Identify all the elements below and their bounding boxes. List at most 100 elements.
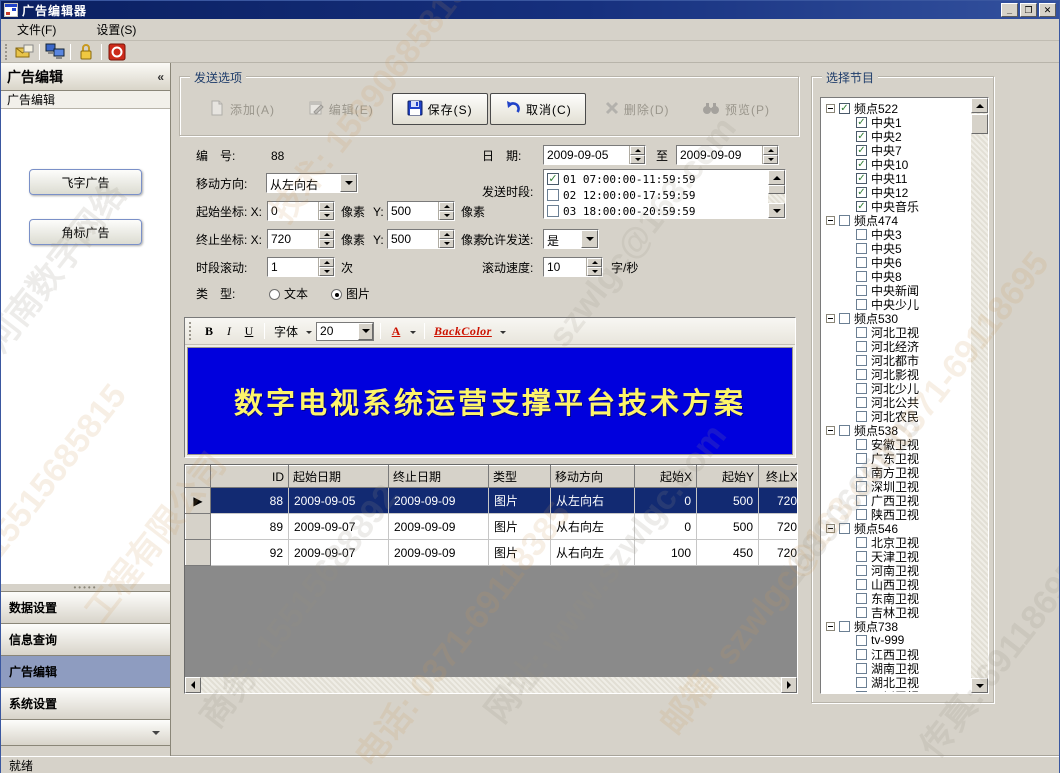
minimize-icon[interactable]: _ — [1001, 3, 1018, 17]
checkbox-icon[interactable] — [856, 229, 867, 240]
checkbox-icon[interactable] — [856, 551, 867, 562]
checkbox-checked-icon[interactable]: ✓ — [856, 173, 867, 184]
dropdown-arrow-icon[interactable] — [500, 331, 506, 337]
dropdown-arrow-icon[interactable] — [340, 174, 357, 192]
checkbox-icon[interactable] — [856, 677, 867, 688]
column-header[interactable]: 起始X — [635, 466, 697, 488]
network-icon[interactable] — [43, 42, 67, 62]
column-header[interactable]: 移动方向 — [551, 466, 635, 488]
spinner-icon[interactable] — [318, 230, 334, 248]
checkbox-icon[interactable] — [856, 327, 867, 338]
checkbox-icon[interactable] — [856, 467, 867, 478]
spinner-icon[interactable] — [318, 202, 334, 220]
collapse-minus-icon[interactable] — [826, 426, 835, 435]
row-selector-arrow-icon[interactable]: ▶ — [186, 488, 211, 514]
checkbox-checked-icon[interactable]: ✓ — [856, 159, 867, 170]
checkbox-checked-icon[interactable]: ✓ — [856, 117, 867, 128]
checkbox-icon[interactable] — [856, 663, 867, 674]
undo-button[interactable]: 取消(C) — [490, 93, 586, 125]
menu-settings[interactable]: 设置(S) — [90, 19, 142, 40]
scroll-down-icon[interactable] — [971, 678, 988, 693]
send-period-list[interactable]: ✓01 07:00:00-11:59:5902 12:00:00-17:59:5… — [543, 169, 786, 219]
checkbox-icon[interactable] — [856, 509, 867, 520]
checkbox-icon[interactable] — [856, 271, 867, 282]
tree-scrollbar[interactable] — [971, 98, 988, 693]
checkbox-icon[interactable] — [856, 397, 867, 408]
checkbox-icon[interactable] — [547, 189, 559, 201]
close-icon[interactable]: ✕ — [1039, 3, 1056, 17]
sidebar-splitter[interactable]: ••••• — [1, 583, 170, 591]
checkbox-icon[interactable] — [856, 453, 867, 464]
checkbox-icon[interactable] — [856, 257, 867, 268]
menu-file[interactable]: 文件(F) — [11, 19, 62, 40]
checkbox-icon[interactable] — [856, 607, 867, 618]
checkbox-icon[interactable] — [839, 425, 850, 436]
collapse-minus-icon[interactable] — [826, 216, 835, 225]
stop-icon[interactable] — [105, 42, 129, 62]
lock-icon[interactable] — [74, 42, 98, 62]
send-period-item[interactable]: 03 18:00:00-20:59:59 — [545, 203, 767, 217]
spinner-icon[interactable] — [438, 202, 454, 220]
checkbox-icon[interactable] — [856, 299, 867, 310]
sidebar-item-信息查询[interactable]: 信息查询 — [1, 623, 170, 655]
checkbox-icon[interactable] — [856, 537, 867, 548]
scroll-down-icon[interactable] — [768, 203, 785, 218]
end-y-field[interactable]: 500 — [387, 229, 455, 249]
checkbox-checked-icon[interactable]: ✓ — [547, 173, 559, 185]
sidebar-item-数据设置[interactable]: 数据设置 — [1, 591, 170, 623]
checkbox-icon[interactable] — [856, 579, 867, 590]
checkbox-icon[interactable] — [856, 341, 867, 352]
font-button[interactable]: 字体 — [271, 321, 301, 341]
date-from-field[interactable]: 2009-09-05 — [543, 145, 646, 165]
send-period-item[interactable]: 02 12:00:00-17:59:59 — [545, 187, 767, 203]
scroll-thumb[interactable] — [971, 114, 988, 134]
corner-ad-button[interactable]: 角标广告 — [29, 219, 142, 245]
checkbox-icon[interactable] — [856, 411, 867, 422]
collapse-minus-icon[interactable] — [826, 524, 835, 533]
ad-table[interactable]: ID起始日期终止日期类型移动方向起始X起始Y终止X▶882009-09-0520… — [185, 465, 798, 566]
date-to-field[interactable]: 2009-09-09 — [676, 145, 779, 165]
type-option-text[interactable]: 文本 — [269, 285, 308, 303]
column-header[interactable]: 终止X — [759, 466, 799, 488]
column-header[interactable]: 起始日期 — [289, 466, 389, 488]
scroll-left-icon[interactable] — [185, 677, 201, 693]
checkbox-icon[interactable] — [547, 205, 559, 217]
ad-preview-canvas[interactable]: 数字电视系统运营支撑平台技术方案 — [187, 347, 793, 455]
table-row[interactable]: ▶882009-09-052009-09-09图片从左向右0500720 — [186, 488, 799, 514]
spinner-icon[interactable] — [762, 146, 778, 164]
font-color-button[interactable]: A — [387, 321, 405, 341]
type-option-image[interactable]: 图片 — [331, 285, 370, 303]
row-selector[interactable] — [186, 540, 211, 566]
bold-button[interactable]: B — [200, 321, 218, 341]
collapse-minus-icon[interactable] — [826, 104, 835, 113]
scroll-thumb[interactable] — [768, 185, 785, 194]
checkbox-icon[interactable] — [856, 593, 867, 604]
checkbox-checked-icon[interactable]: ✓ — [856, 201, 867, 212]
dropdown-arrow-icon[interactable] — [306, 331, 312, 337]
column-header[interactable]: 终止日期 — [389, 466, 489, 488]
font-size-combo[interactable]: 20 — [316, 322, 374, 341]
end-x-field[interactable]: 720 — [267, 229, 335, 249]
dropdown-arrow-icon[interactable] — [581, 230, 598, 248]
checkbox-checked-icon[interactable]: ✓ — [856, 187, 867, 198]
checkbox-icon[interactable] — [856, 439, 867, 450]
checkbox-icon[interactable] — [856, 691, 867, 693]
checkbox-icon[interactable] — [856, 649, 867, 660]
checkbox-icon[interactable] — [856, 495, 867, 506]
tree-node[interactable]: 四川卫视 — [826, 689, 970, 692]
table-row[interactable]: 892009-09-072009-09-09图片从右向左0500720 — [186, 514, 799, 540]
checkbox-checked-icon[interactable]: ✓ — [856, 131, 867, 142]
roll-field[interactable]: 1 — [267, 257, 335, 277]
speed-field[interactable]: 10 — [543, 257, 603, 277]
column-header[interactable]: 类型 — [489, 466, 551, 488]
spinner-icon[interactable] — [438, 230, 454, 248]
checkbox-icon[interactable] — [856, 369, 867, 380]
spinner-icon[interactable] — [629, 146, 645, 164]
dropdown-arrow-icon[interactable] — [410, 331, 416, 337]
fly-ad-button[interactable]: 飞字广告 — [29, 169, 142, 195]
table-row[interactable]: 922009-09-072009-09-09图片从右向左100450720 — [186, 540, 799, 566]
dropdown-arrow-icon[interactable] — [358, 323, 373, 340]
spinner-icon[interactable] — [586, 258, 602, 276]
allow-select[interactable]: 是 — [543, 229, 599, 249]
grid-hscrollbar[interactable] — [185, 677, 797, 693]
